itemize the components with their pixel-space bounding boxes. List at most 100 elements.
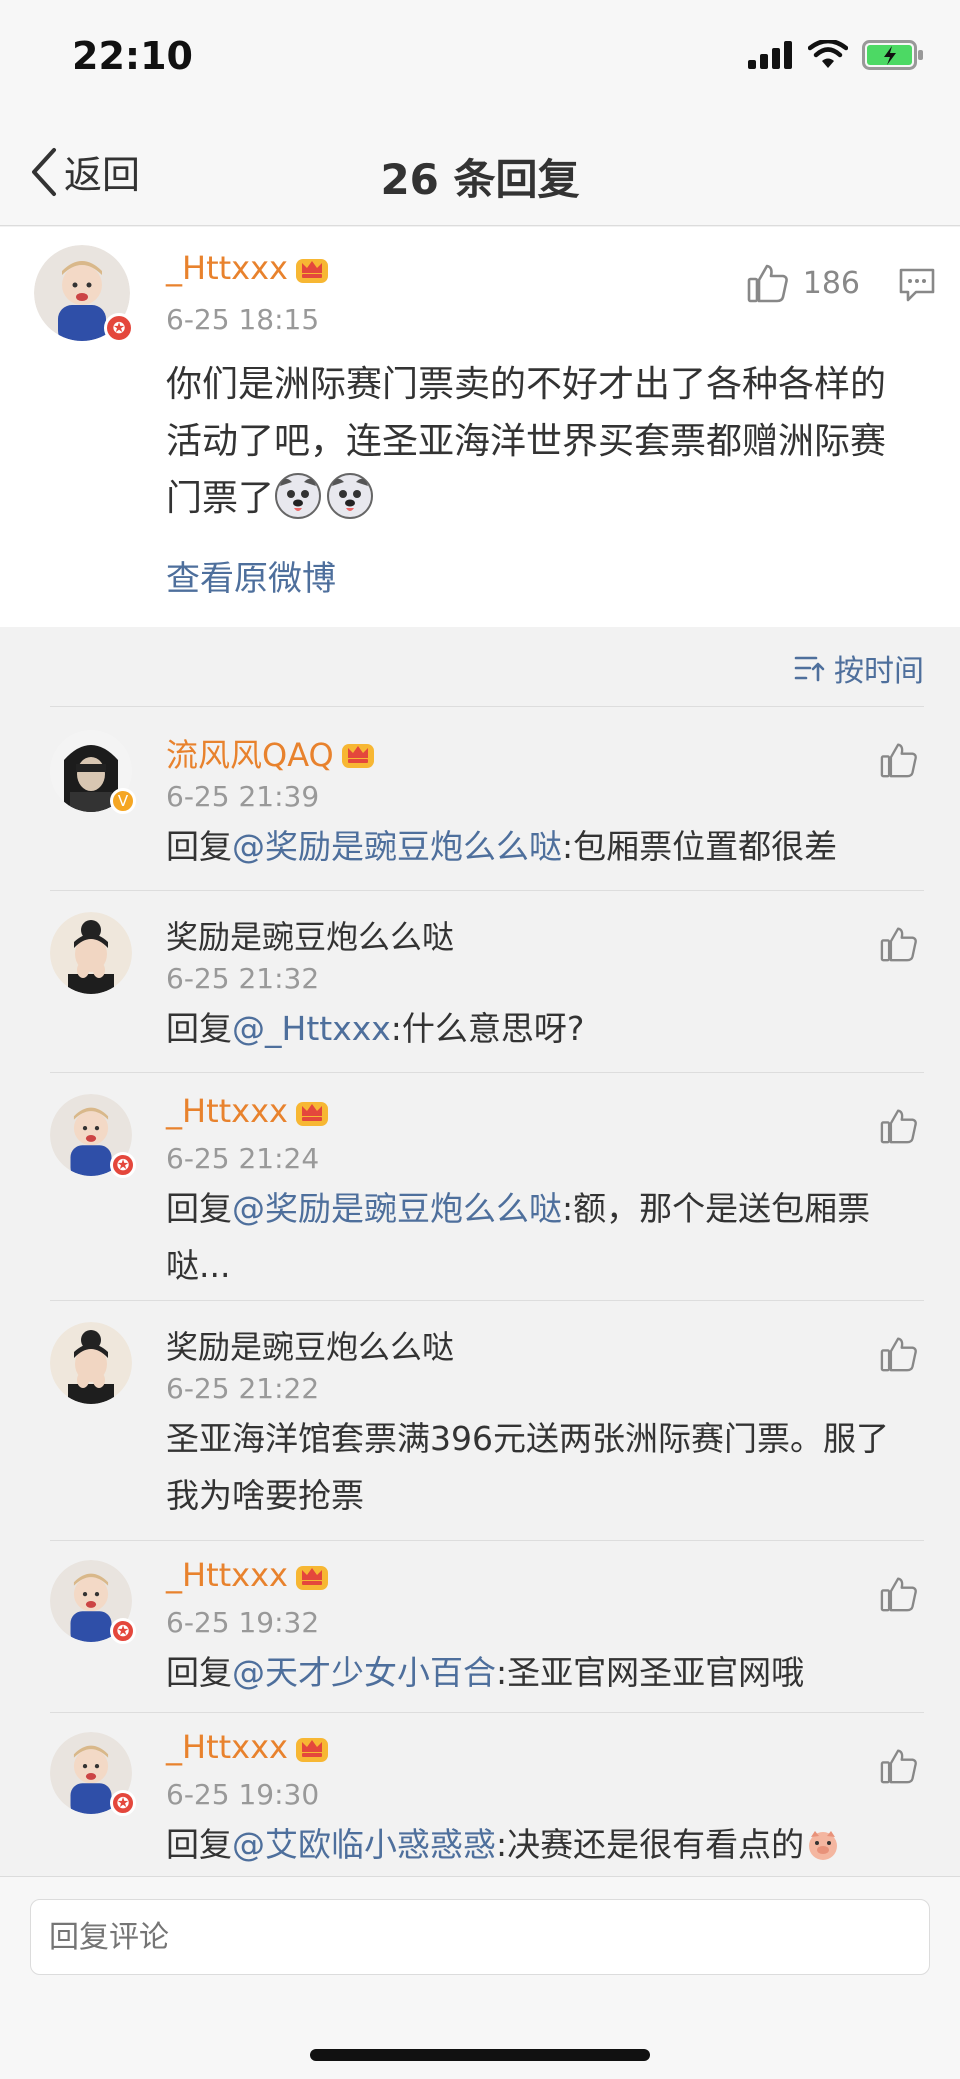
avatar-image: [50, 912, 132, 994]
reply-prefix: 回复: [166, 827, 232, 866]
comment-text: 回复@奖励是豌豆炮么么哒:额，那个是送包厢票哒...: [166, 1180, 906, 1294]
comment-time: 6-25 19:32: [166, 1606, 320, 1639]
crown-icon: [295, 1566, 328, 1590]
divider: [50, 1300, 924, 1301]
avatar[interactable]: ✪: [50, 1732, 136, 1816]
list-item: 奖励是豌豆炮么么哒 6-25 21:32 回复@_Httxxx:什么意思呀?: [0, 890, 960, 1072]
avatar-image: [50, 1322, 132, 1404]
dog-emoji-icon: [327, 473, 374, 519]
avatar[interactable]: [50, 912, 132, 994]
mention-link[interactable]: @奖励是豌豆炮么么哒: [232, 1189, 562, 1228]
comment-time: 6-25 21:32: [166, 962, 320, 995]
username[interactable]: _Httxxx: [166, 1556, 330, 1594]
reply-prefix: 回复: [166, 1653, 232, 1692]
verified-badge-icon: ✪: [110, 1790, 136, 1816]
crown-icon: [295, 1738, 328, 1762]
avatar[interactable]: V: [50, 730, 136, 814]
comment-text: 圣亚海洋馆套票满396元送两张洲际赛门票。服了 我为啥要抢票: [166, 1410, 906, 1524]
signal-icon: [748, 41, 792, 69]
comment-text: 回复@_Httxxx:什么意思呀?: [166, 1000, 906, 1057]
avatar[interactable]: ✪: [50, 1560, 136, 1644]
reply-prefix: 回复: [166, 1189, 232, 1228]
crown-icon: [341, 744, 374, 768]
verified-badge-icon: ✪: [110, 1618, 136, 1644]
divider: [50, 1072, 924, 1073]
reply-input[interactable]: [30, 1899, 930, 1975]
reply-prefix: 回复: [166, 1825, 232, 1864]
comment-time: 6-25 21:39: [166, 780, 320, 813]
mention-link[interactable]: @_Httxxx: [232, 1009, 391, 1048]
username-text: 奖励是豌豆炮么么哒: [166, 918, 455, 956]
battery-charging-icon: [862, 40, 923, 70]
divider: [50, 890, 924, 891]
username[interactable]: _Httxxx: [166, 1092, 330, 1130]
crown-icon: [295, 1102, 328, 1126]
nav-bar: 返回 26 条回复: [0, 118, 960, 226]
list-item: ✪ _Httxxx 6-25 19:32 回复@天才少女小百合:圣亚官网圣亚官网…: [0, 1540, 960, 1712]
crown-icon: [295, 259, 328, 283]
thumbs-up-icon[interactable]: [880, 1576, 918, 1612]
avatar[interactable]: ✪: [50, 1094, 136, 1178]
page-title: 26 条回复: [380, 155, 580, 204]
dog-emoji-icon: [275, 473, 322, 519]
status-icons: [748, 40, 924, 70]
verified-badge-icon: ✪: [110, 1152, 136, 1178]
comment-time: 6-25 21:22: [166, 1372, 320, 1405]
comment-text: 回复@天才少女小百合:圣亚官网圣亚官网哦: [166, 1644, 906, 1701]
status-bar: 22:10: [0, 0, 960, 118]
reply-body: :包厢票位置都很差: [562, 827, 838, 866]
reply-body: :什么意思呀?: [390, 1009, 585, 1048]
comment-text: 回复@奖励是豌豆炮么么哒:包厢票位置都很差: [166, 818, 906, 875]
thumbs-up-icon: [747, 264, 788, 303]
status-time: 22:10: [72, 34, 193, 78]
username-text: 流风风QAQ: [166, 736, 334, 774]
mention-link[interactable]: @天才少女小百合: [232, 1653, 496, 1692]
reply-body: 圣亚海洋馆套票满396元送两张洲际赛门票。服了 我为啥要抢票: [166, 1419, 889, 1515]
thumbs-up-icon[interactable]: [880, 1748, 918, 1784]
username[interactable]: _Httxxx: [166, 249, 330, 287]
thumbs-up-icon[interactable]: [880, 926, 918, 962]
comment-time: 6-25 18:15: [166, 303, 320, 336]
comment-time: 6-25 19:30: [166, 1778, 320, 1811]
username-text: _Httxxx: [166, 1728, 288, 1766]
list-item: 奖励是豌豆炮么么哒 6-25 21:22 圣亚海洋馆套票满396元送两张洲际赛门…: [0, 1300, 960, 1540]
comment-text: 你们是洲际赛门票卖的不好才出了各种各样的活动了吧，连圣亚海洋世界买套票都赠洲际赛…: [166, 356, 906, 527]
reply-prefix: 回复: [166, 1009, 232, 1048]
comment-text: 回复@艾欧临小惑惑惑:决赛还是很有看点的: [166, 1816, 926, 1873]
pig-emoji-icon: [809, 1831, 838, 1860]
like-count: 186: [802, 265, 860, 301]
username-text: 奖励是豌豆炮么么哒: [166, 1328, 455, 1366]
sort-icon: [794, 656, 825, 682]
reply-body: :决赛还是很有看点的: [496, 1825, 805, 1864]
username-text: _Httxxx: [166, 249, 288, 287]
avatar[interactable]: [50, 1322, 132, 1404]
list-item: V 流风风QAQ 6-25 21:39 回复@奖励是豌豆炮么么哒:包厢票位置都很…: [0, 706, 960, 890]
thumbs-up-icon[interactable]: [880, 1336, 918, 1372]
reply-body: :圣亚官网圣亚官网哦: [496, 1653, 805, 1692]
avatar[interactable]: ✪: [34, 245, 134, 343]
mention-link[interactable]: @艾欧临小惑惑惑: [232, 1825, 496, 1864]
reply-bar: [0, 1876, 960, 2079]
mention-link[interactable]: @奖励是豌豆炮么么哒: [232, 827, 562, 866]
wifi-icon: [808, 40, 848, 68]
list-item: ✪ _Httxxx 6-25 21:24 回复@奖励是豌豆炮么么哒:额，那个是送…: [0, 1072, 960, 1300]
divider: [50, 1540, 924, 1541]
thumbs-up-icon[interactable]: [880, 1108, 918, 1144]
divider: [50, 706, 924, 707]
username[interactable]: 奖励是豌豆炮么么哒: [166, 1322, 454, 1368]
list-item: ✪ _Httxxx 6-25 19:30 回复@艾欧临小惑惑惑:决赛还是很有看点…: [0, 1712, 960, 1876]
comment-bubble-icon[interactable]: [898, 267, 936, 303]
verified-badge-icon: ✪: [104, 313, 134, 343]
username-text: _Httxxx: [166, 1556, 288, 1594]
comment-time: 6-25 21:24: [166, 1142, 320, 1175]
sort-toggle[interactable]: 按时间: [794, 646, 924, 690]
username[interactable]: 流风风QAQ: [166, 730, 376, 776]
view-original-link[interactable]: 查看原微博: [166, 551, 336, 600]
thumbs-up-icon[interactable]: [880, 742, 918, 778]
username[interactable]: 奖励是豌豆炮么么哒: [166, 912, 454, 958]
username[interactable]: _Httxxx: [166, 1728, 330, 1766]
divider: [50, 1712, 924, 1713]
like-button[interactable]: 186: [747, 263, 860, 303]
username-text: _Httxxx: [166, 1092, 288, 1130]
home-indicator: [310, 2049, 650, 2061]
